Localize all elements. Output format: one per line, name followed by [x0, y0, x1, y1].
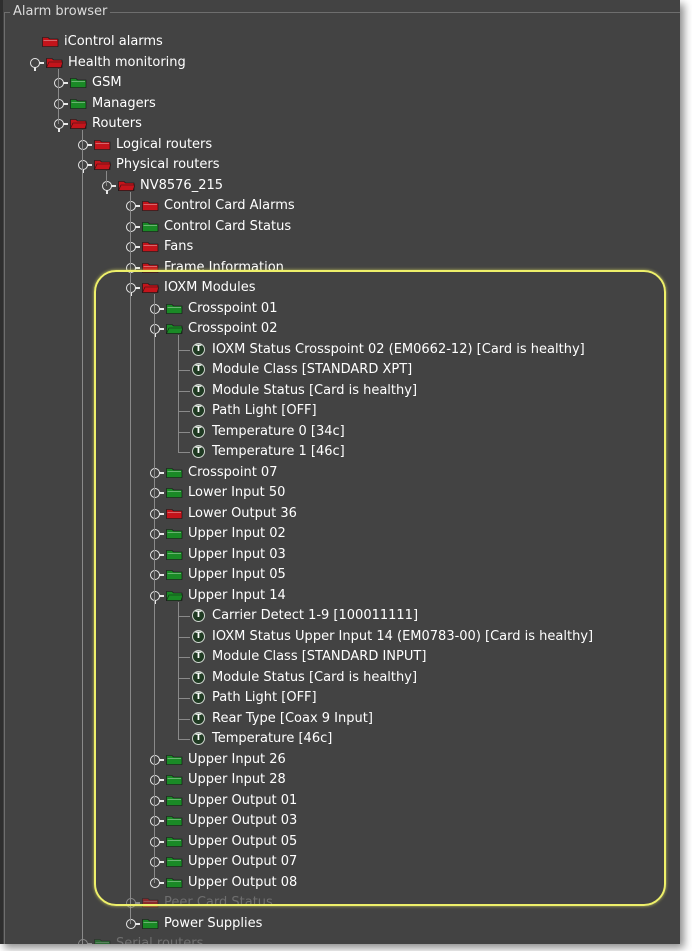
tree-node-label: Serial routers [116, 936, 204, 944]
tree-node-label: Logical routers [116, 136, 213, 152]
tree-node-label: Control Card Status [164, 218, 292, 234]
red-folder-open-icon [70, 118, 87, 129]
green-folder-icon [70, 98, 87, 109]
expand-handle-icon[interactable] [126, 201, 140, 211]
tree-node-label: Routers [92, 116, 142, 131]
alarm-browser-panel: Alarm browser iControl alarms Health moni… [0, 0, 680, 944]
red-folder-icon [142, 200, 159, 211]
tree-node-label: Fans [164, 239, 194, 254]
expand-handle-icon[interactable] [78, 939, 92, 944]
tree-node-label: NV8576_215 [140, 177, 224, 193]
collapse-handle-icon[interactable] [54, 119, 68, 132]
green-folder-icon [142, 221, 159, 232]
collapse-handle-icon[interactable] [102, 180, 116, 194]
red-folder-open-icon [94, 159, 111, 170]
panel-title: Alarm browser [10, 4, 111, 20]
red-folder-open-icon [46, 57, 63, 68]
tree-connector-line [58, 68, 59, 124]
green-folder-icon [70, 77, 87, 88]
tree-node-label: Power Supplies [164, 915, 263, 931]
tree-node-label: Health monitoring [68, 54, 186, 70]
green-folder-icon [94, 938, 111, 944]
tree-node-label: GSM [92, 75, 122, 90]
panel-left-edge [0, 0, 3, 944]
expand-handle-icon[interactable] [78, 139, 92, 150]
red-folder-icon [42, 36, 59, 47]
collapse-handle-icon[interactable] [30, 57, 44, 71]
red-folder-open-icon [118, 180, 135, 191]
red-folder-icon [94, 139, 111, 150]
highlight-annotation [94, 270, 666, 906]
expand-handle-icon[interactable] [126, 918, 140, 929]
tree-connector-line [82, 130, 83, 944]
red-folder-icon [142, 241, 159, 252]
tree-node-label: Control Card Alarms [164, 198, 295, 213]
expand-handle-icon[interactable] [54, 78, 68, 88]
expand-handle-icon[interactable] [126, 242, 140, 252]
expand-handle-icon[interactable] [126, 221, 140, 232]
tree-node-label: Physical routers [116, 157, 220, 172]
collapse-handle-icon[interactable] [78, 160, 92, 173]
tree-connector-line [106, 171, 107, 186]
tree-node-label: Managers [92, 95, 156, 111]
green-folder-icon [142, 918, 159, 929]
expand-handle-icon[interactable] [54, 98, 68, 109]
tree-node-label: iControl alarms [64, 34, 163, 49]
